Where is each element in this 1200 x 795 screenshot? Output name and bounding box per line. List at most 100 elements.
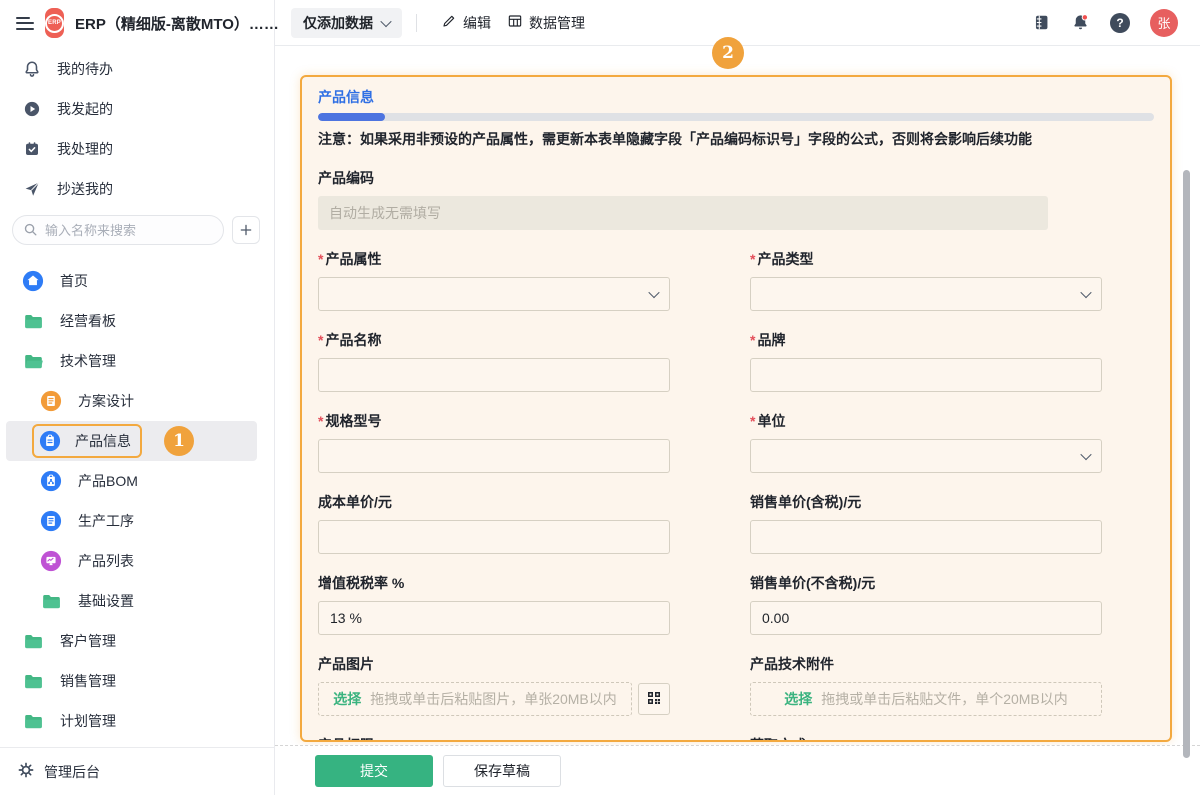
- sale-price-tax-input[interactable]: [750, 520, 1102, 554]
- sidebar-item-biz-dashboard[interactable]: 经营看板: [0, 301, 274, 341]
- product-code-input: 自动生成无需填写: [318, 196, 1048, 230]
- sidebar-search-row: [12, 215, 260, 245]
- sidebar-item-label: 我的待办: [57, 59, 113, 79]
- hamburger-menu-icon[interactable]: [16, 17, 34, 30]
- sidebar-item-cc-me[interactable]: 抄送我的: [0, 169, 274, 209]
- product-image-upload[interactable]: 选择 拖拽或单击后粘贴图片，单张20MB以内: [318, 682, 632, 716]
- bom-icon: [40, 470, 62, 492]
- field-product-attr: *产品属性: [318, 249, 670, 311]
- add-data-only-button[interactable]: 仅添加数据: [291, 8, 402, 38]
- sidebar-item-plan-manage[interactable]: 计划管理: [0, 701, 274, 741]
- save-draft-button[interactable]: 保存草稿: [443, 755, 561, 787]
- help-icon[interactable]: ?: [1110, 13, 1130, 33]
- vat-rate-input[interactable]: 13 %: [318, 601, 670, 635]
- upload-select-label: 选择: [784, 689, 812, 709]
- sidebar-item-customer-manage[interactable]: 客户管理: [0, 621, 274, 661]
- field-label: 产品类型: [757, 249, 813, 269]
- sidebar-item-production-process[interactable]: 生产工序: [0, 501, 274, 541]
- field-label: 品牌: [757, 330, 785, 350]
- personal-nav: 我的待办 我发起的 我处理的 抄送我的: [0, 46, 274, 209]
- sidebar-item-label: 首页: [60, 271, 88, 291]
- bell-icon: [22, 60, 41, 79]
- sidebar-item-product-info[interactable]: 产品信息 1: [6, 421, 257, 461]
- unit-select[interactable]: [750, 439, 1102, 473]
- sidebar-menu: 首页 经营看板 技术管理 方案设计 产品信息: [0, 261, 274, 741]
- pencil-icon: [441, 13, 457, 32]
- cost-price-input[interactable]: [318, 520, 670, 554]
- field-spec-model: *规格型号: [318, 411, 670, 473]
- sidebar-item-sales-manage[interactable]: 销售管理: [0, 661, 274, 701]
- sidebar-item-label: 我处理的: [57, 139, 113, 159]
- app-logo-text: ERP: [45, 14, 64, 33]
- product-type-select[interactable]: [750, 277, 1102, 311]
- sidebar-item-label: 客户管理: [60, 631, 116, 651]
- notification-bell-icon[interactable]: [1071, 13, 1090, 32]
- app-logo: ERP: [45, 8, 64, 38]
- sidebar-item-basic-settings[interactable]: 基础设置: [0, 581, 274, 621]
- sidebar-header: ERP ERP（精细版-离散MTO）……: [0, 0, 274, 46]
- sidebar-item-label: 我发起的: [57, 99, 113, 119]
- brand-input[interactable]: [750, 358, 1102, 392]
- scrollbar-thumb[interactable]: [1183, 170, 1190, 758]
- app-title: ERP（精细版-离散MTO）……: [75, 13, 279, 34]
- notebook-icon[interactable]: [1032, 13, 1051, 32]
- field-unit: *单位: [750, 411, 1102, 473]
- sidebar-item-my-processed[interactable]: 我处理的: [0, 129, 274, 169]
- search-input[interactable]: [12, 215, 224, 245]
- process-doc-icon: [40, 510, 62, 532]
- sidebar-item-label: 计划管理: [60, 711, 116, 731]
- sidebar-item-label: 抄送我的: [57, 179, 113, 199]
- sidebar-item-admin-console[interactable]: 管理后台: [0, 747, 274, 795]
- play-circle-icon: [22, 100, 41, 119]
- product-attr-select[interactable]: [318, 277, 670, 311]
- tech-attachment-upload[interactable]: 选择 拖拽或单击后粘贴文件，单个20MB以内: [750, 682, 1102, 716]
- form-title: 产品信息: [318, 89, 1154, 105]
- product-info-icon: [39, 430, 61, 452]
- sidebar-item-scheme-design[interactable]: 方案设计: [0, 381, 274, 421]
- design-doc-icon: [40, 390, 62, 412]
- field-label: 规格型号: [325, 411, 381, 431]
- folder-icon: [22, 630, 44, 652]
- sidebar-item-tech-manage[interactable]: 技术管理: [0, 341, 274, 381]
- sidebar: ERP ERP（精细版-离散MTO）…… 我的待办 我发起的 我处理的 抄送: [0, 0, 275, 795]
- upload-hint: 拖拽或单击后粘贴文件，单个20MB以内: [821, 689, 1068, 709]
- field-acquire-method: 获取方式: [750, 735, 1102, 742]
- chevron-down-icon: [1080, 287, 1091, 298]
- sidebar-item-my-todo[interactable]: 我的待办: [0, 49, 274, 89]
- sidebar-item-label: 生产工序: [78, 511, 134, 531]
- add-button[interactable]: [232, 216, 260, 244]
- upload-hint: 拖拽或单击后粘贴图片，单张20MB以内: [370, 689, 617, 709]
- field-product-name: *产品名称: [318, 330, 670, 392]
- sidebar-item-my-initiated[interactable]: 我发起的: [0, 89, 274, 129]
- toolbar-divider: [416, 14, 417, 32]
- qr-scan-button[interactable]: [638, 683, 670, 715]
- required-mark: *: [750, 249, 755, 269]
- required-mark: *: [750, 411, 755, 431]
- product-name-input[interactable]: [318, 358, 670, 392]
- main-content: 2 产品信息 注意：如果采用非预设的产品属性，需更新本表单隐藏字段「产品编码标识…: [275, 46, 1200, 795]
- data-manage-button[interactable]: 数据管理: [507, 13, 585, 33]
- field-label: 产品技术附件: [750, 654, 834, 674]
- sidebar-item-product-list[interactable]: 产品列表: [0, 541, 274, 581]
- topbar: 仅添加数据 编辑 数据管理 ? 张: [275, 0, 1200, 46]
- edit-button[interactable]: 编辑: [441, 13, 491, 33]
- spec-model-input[interactable]: [318, 439, 670, 473]
- field-vat-rate: 增值税税率 % 13 %: [318, 573, 670, 635]
- sidebar-item-label: 基础设置: [78, 591, 134, 611]
- required-mark: *: [318, 249, 323, 269]
- sidebar-item-home[interactable]: 首页: [0, 261, 274, 301]
- sidebar-item-label: 管理后台: [44, 762, 100, 782]
- field-label: 产品属性: [325, 249, 381, 269]
- required-mark: *: [750, 330, 755, 350]
- sidebar-item-product-bom[interactable]: 产品BOM: [0, 461, 274, 501]
- product-list-icon: [40, 550, 62, 572]
- submit-button[interactable]: 提交: [315, 755, 433, 787]
- user-avatar[interactable]: 张: [1150, 9, 1178, 37]
- add-data-only-label: 仅添加数据: [303, 13, 373, 33]
- sale-price-no-tax-input[interactable]: 0.00: [750, 601, 1102, 635]
- sidebar-item-label: 销售管理: [60, 671, 116, 691]
- search-icon: [23, 222, 38, 240]
- field-label: 销售单价(含税)/元: [750, 492, 861, 512]
- field-label: 产品图片: [318, 654, 374, 674]
- table-icon: [507, 13, 523, 32]
